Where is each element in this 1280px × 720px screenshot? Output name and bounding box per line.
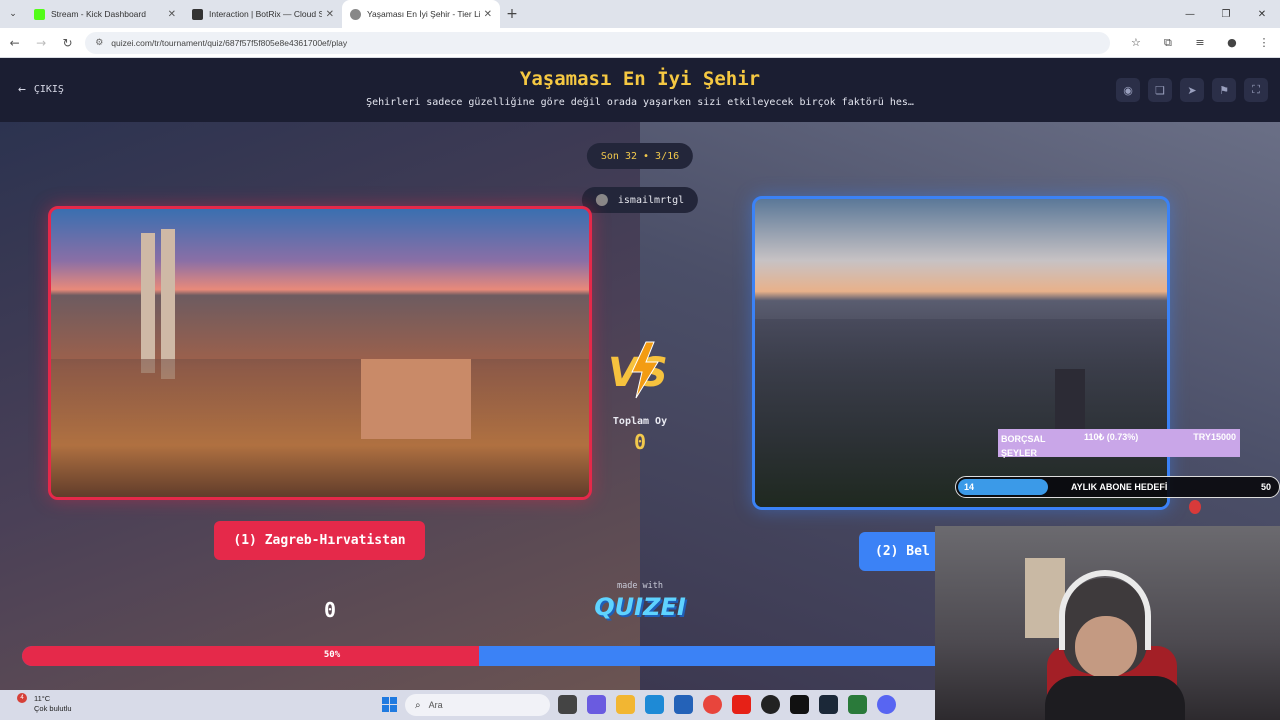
tab-title: Stream - Kick Dashboard [51, 9, 146, 19]
user-badge[interactable]: ismailmrtgl [581, 187, 699, 213]
sub-goal-label: AYLIK ABONE HEDEFİ [1071, 482, 1168, 492]
store-icon[interactable] [674, 695, 693, 714]
send-icon[interactable]: ➤ [1180, 78, 1204, 102]
discord-icon[interactable] [877, 695, 896, 714]
close-tab-icon[interactable]: ✕ [168, 9, 176, 20]
new-tab-icon[interactable]: + [500, 6, 524, 22]
headset [1059, 570, 1151, 650]
browser-toolbar-icons: ☆ ⧉ ≡ ● ⋮ [1120, 36, 1280, 50]
right-choice-image[interactable] [752, 196, 1170, 510]
fullscreen-icon[interactable]: ⛶ [1244, 78, 1268, 102]
youtube-icon[interactable] [732, 695, 751, 714]
quizei-logo[interactable]: QUIZEI [590, 593, 690, 621]
browser-tabbar: ⌄ Stream - Kick Dashboard ✕ Interaction … [0, 0, 1280, 28]
back-icon[interactable]: ← [3, 31, 26, 55]
webcam-overlay [935, 526, 1280, 720]
weather-widget[interactable]: 4 11°C Çok bulutlu [17, 693, 72, 714]
made-with-text: made with [616, 581, 664, 591]
total-votes-count: 0 [633, 430, 647, 454]
streamer-body [1045, 676, 1185, 720]
quizei-favicon-icon [350, 8, 361, 20]
tab-quizei[interactable]: Yaşaması En İyi Şehir - Tier List ✕ [342, 0, 500, 28]
sub-goal-target: 50 [1260, 482, 1271, 492]
weather-condition: Çok bulutlu [34, 704, 72, 713]
sub-goal-overlay: 14 AYLIK ABONE HEDEFİ 50 [955, 476, 1280, 514]
profile-avatar-icon[interactable]: ● [1216, 36, 1248, 50]
chrome-icon[interactable] [703, 695, 722, 714]
windows-taskbar: 4 11°C Çok bulutlu ⌕ Ara [0, 690, 935, 720]
page-subtitle: Şehirleri sadece güzelliğine göre değil … [366, 97, 914, 108]
app-icon[interactable] [790, 695, 809, 714]
vote-progress-bar: 50% [22, 646, 935, 666]
app-icon-2[interactable] [848, 695, 867, 714]
round-label: Son 32 • 3/16 [600, 150, 680, 162]
edge-icon[interactable] [645, 695, 664, 714]
eye-icon[interactable]: ◉ [1116, 78, 1140, 102]
task-view-icon[interactable] [558, 695, 577, 714]
minimize-icon[interactable]: — [1172, 0, 1208, 28]
search-icon: ⌕ [415, 699, 421, 711]
windows-start-icon[interactable] [382, 697, 398, 713]
building-block [361, 359, 471, 439]
site-info-icon[interactable]: ⚙ [95, 37, 103, 48]
restore-icon[interactable]: ❐ [1208, 0, 1244, 28]
close-tab-icon[interactable]: ✕ [326, 9, 334, 20]
screen: ⌄ Stream - Kick Dashboard ✕ Interaction … [0, 0, 1280, 720]
copy-icon[interactable]: ❏ [1148, 78, 1172, 102]
tab-botrix[interactable]: Interaction | BotRix — Cloud St ✕ [184, 0, 342, 28]
page-title: Yaşaması En İyi Şehir [519, 68, 761, 90]
cathedral-tower-left [141, 233, 155, 373]
bookmark-star-icon[interactable]: ☆ [1120, 36, 1152, 50]
tab-search-icon[interactable]: ⌄ [0, 0, 26, 28]
botrix-favicon-icon [192, 8, 203, 20]
right-choice-button[interactable]: (2) Bel [859, 532, 939, 571]
donation-goal: TRY15000 [1193, 432, 1236, 442]
reload-icon[interactable]: ↻ [56, 31, 79, 55]
close-window-icon[interactable]: ✕ [1244, 0, 1280, 28]
forward-icon[interactable]: → [29, 31, 52, 55]
left-score: 0 [323, 598, 337, 622]
url-field[interactable]: ⚙ quizei.com/tr/tournament/quiz/687f57f5… [85, 31, 1110, 54]
weather-temp: 11°C [34, 694, 51, 703]
donation-amount: 110₺ (0.73%) [1084, 432, 1139, 442]
vote-progress-left-fill [22, 646, 479, 666]
search-placeholder: Ara [428, 700, 443, 710]
address-bar: ← → ↻ ⚙ quizei.com/tr/tournament/quiz/68… [0, 28, 1280, 58]
copilot-icon[interactable] [587, 695, 606, 714]
page-header: ← ÇIKIŞ Yaşaması En İyi Şehir Şehirleri … [0, 58, 1280, 122]
media-icon[interactable]: ≡ [1184, 36, 1216, 50]
vs-bolt-icon: VS [608, 341, 668, 399]
tab-title: Interaction | BotRix — Cloud St [209, 9, 322, 19]
total-votes-label: Toplam Oy [612, 416, 668, 427]
notification-badge: 4 [17, 693, 27, 703]
flag-icon[interactable]: ⚑ [1212, 78, 1236, 102]
left-choice-button[interactable]: (1) Zagreb-Hırvatistan [214, 521, 425, 560]
username: ismailmrtgl [617, 194, 685, 206]
steam-icon[interactable] [819, 695, 838, 714]
close-tab-icon[interactable]: ✕ [484, 9, 492, 20]
user-avatar [595, 194, 608, 206]
kick-favicon-icon [34, 8, 45, 20]
taskbar-search[interactable]: ⌕ Ara [405, 694, 550, 716]
menu-icon[interactable]: ⋮ [1248, 36, 1280, 50]
donation-name: BORÇSAL ŞEYLER [1001, 434, 1046, 458]
sub-goal-current: 14 [964, 482, 975, 492]
extensions-icon[interactable]: ⧉ [1152, 36, 1184, 50]
city-buildings [51, 359, 589, 497]
round-badge: Son 32 • 3/16 [586, 143, 694, 169]
sub-goal-marker [1189, 500, 1201, 514]
vote-progress-percent: 50% [323, 650, 341, 660]
tab-kick-dashboard[interactable]: Stream - Kick Dashboard ✕ [26, 0, 184, 28]
file-explorer-icon[interactable] [616, 695, 635, 714]
donation-goal-overlay: BORÇSAL ŞEYLER 110₺ (0.73%) TRY15000 [998, 429, 1240, 458]
header-actions: ◉ ❏ ➤ ⚑ ⛶ [1116, 78, 1268, 102]
obs-icon[interactable] [761, 695, 780, 714]
url-text: quizei.com/tr/tournament/quiz/687f57f5f8… [111, 37, 348, 48]
left-choice-image[interactable] [48, 206, 592, 500]
cathedral-tower-right [161, 229, 175, 379]
tab-title: Yaşaması En İyi Şehir - Tier List [367, 9, 480, 19]
window-controls: — ❐ ✕ [1172, 0, 1280, 28]
taskbar-apps [558, 695, 896, 714]
